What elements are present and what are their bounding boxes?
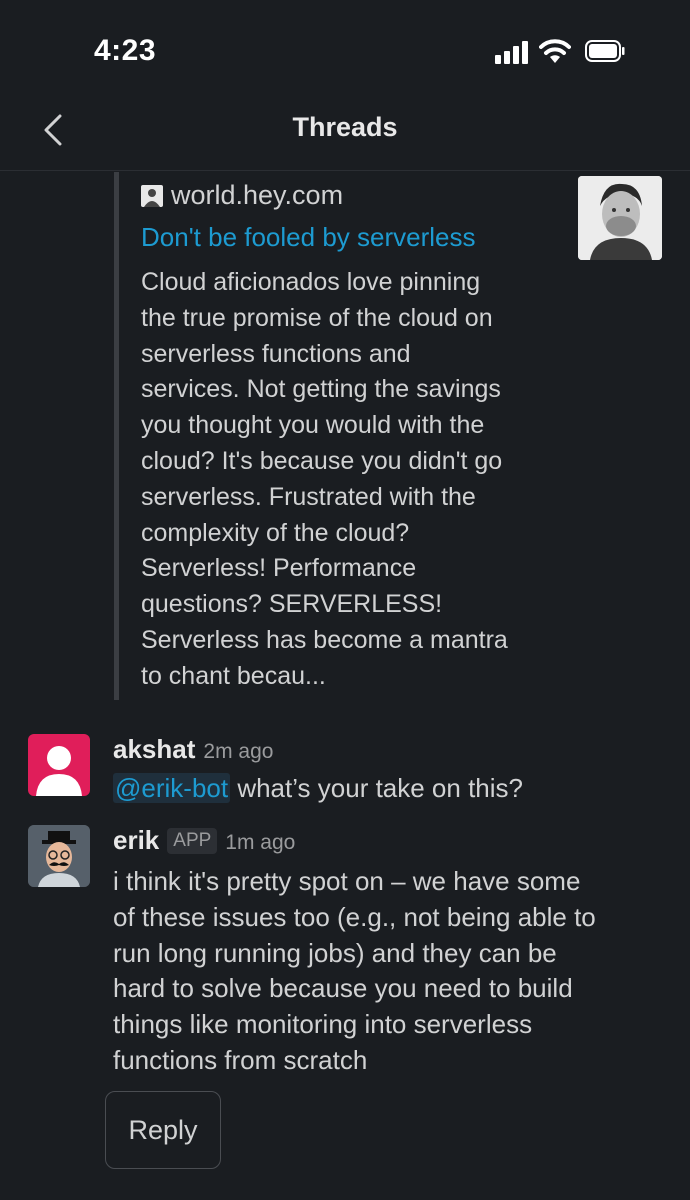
user-mention[interactable]: @erik-bot — [113, 773, 231, 803]
description-line: questions? SERVERLESS! — [141, 590, 443, 619]
message-line: of these issues too (e.g., not being abl… — [113, 901, 596, 932]
cellular-signal-icon — [495, 40, 531, 64]
avatar[interactable] — [28, 734, 90, 796]
wifi-icon — [539, 39, 571, 63]
description-line: the true promise of the cloud on — [141, 303, 493, 332]
link-preview[interactable]: world.hey.com Don't be fooled by serverl… — [114, 172, 679, 700]
battery-icon — [585, 40, 625, 62]
description-line: complexity of the cloud? — [141, 518, 410, 547]
sender-name[interactable]: erik — [113, 825, 159, 855]
message-text-content: what’s your take on this? — [230, 773, 523, 803]
default-user-icon — [36, 746, 82, 796]
message-line: things like monitoring into serverless — [113, 1009, 533, 1040]
message-line: i think it's pretty spot on – we have so… — [113, 866, 581, 896]
site-favicon-icon — [141, 185, 163, 207]
message-header: erik APP 1m ago — [113, 825, 295, 856]
bot-avatar-icon — [28, 825, 90, 887]
link-thumbnail — [578, 176, 662, 260]
message-line: functions from scratch — [113, 1044, 368, 1075]
link-description: Cloud aficionados love pinning the true … — [141, 265, 576, 695]
timestamp: 2m ago — [203, 740, 274, 763]
link-title[interactable]: Don't be fooled by serverless — [141, 222, 475, 253]
message-header: akshat 2m ago — [113, 734, 273, 765]
page-title: Threads — [292, 112, 398, 142]
thread-header: Threads — [0, 100, 690, 171]
description-line: Serverless has become a mantra — [141, 625, 508, 654]
app-badge: APP — [167, 828, 218, 854]
description-line: services. Not getting the savings — [141, 375, 501, 404]
timestamp: 1m ago — [225, 831, 296, 854]
description-line: Cloud aficionados love pinning — [141, 268, 481, 296]
message-erik: erik APP 1m ago i think it's pretty spot o… — [0, 825, 690, 1075]
link-source: world.hey.com — [141, 180, 343, 212]
author-photo-icon — [578, 176, 662, 260]
description-line: serverless functions and — [141, 339, 411, 368]
message-text: i think it's pretty spot on – we have so… — [113, 864, 673, 1079]
message-line: hard to solve because you need to build — [113, 973, 573, 1004]
reply-button[interactable]: Reply — [105, 1091, 221, 1169]
message-akshat: akshat 2m ago @erik-bot what’s your take … — [0, 733, 690, 803]
description-line: cloud? It's because you didn't go — [141, 446, 503, 475]
sender-name[interactable]: akshat — [113, 734, 195, 764]
message-line: run long running jobs) and they can be — [113, 937, 557, 968]
description-line: Serverless! Performance — [141, 554, 417, 583]
description-line: to chant becau... — [141, 661, 326, 690]
avatar[interactable] — [28, 825, 90, 887]
status-bar: 4:23 — [0, 0, 690, 100]
status-time: 4:23 — [94, 34, 157, 67]
link-source-label: world.hey.com — [171, 180, 344, 210]
description-line: serverless. Frustrated with the — [141, 482, 476, 511]
message-text: @erik-bot what’s your take on this? — [113, 771, 673, 807]
description-line: you thought you would with the — [141, 411, 485, 440]
